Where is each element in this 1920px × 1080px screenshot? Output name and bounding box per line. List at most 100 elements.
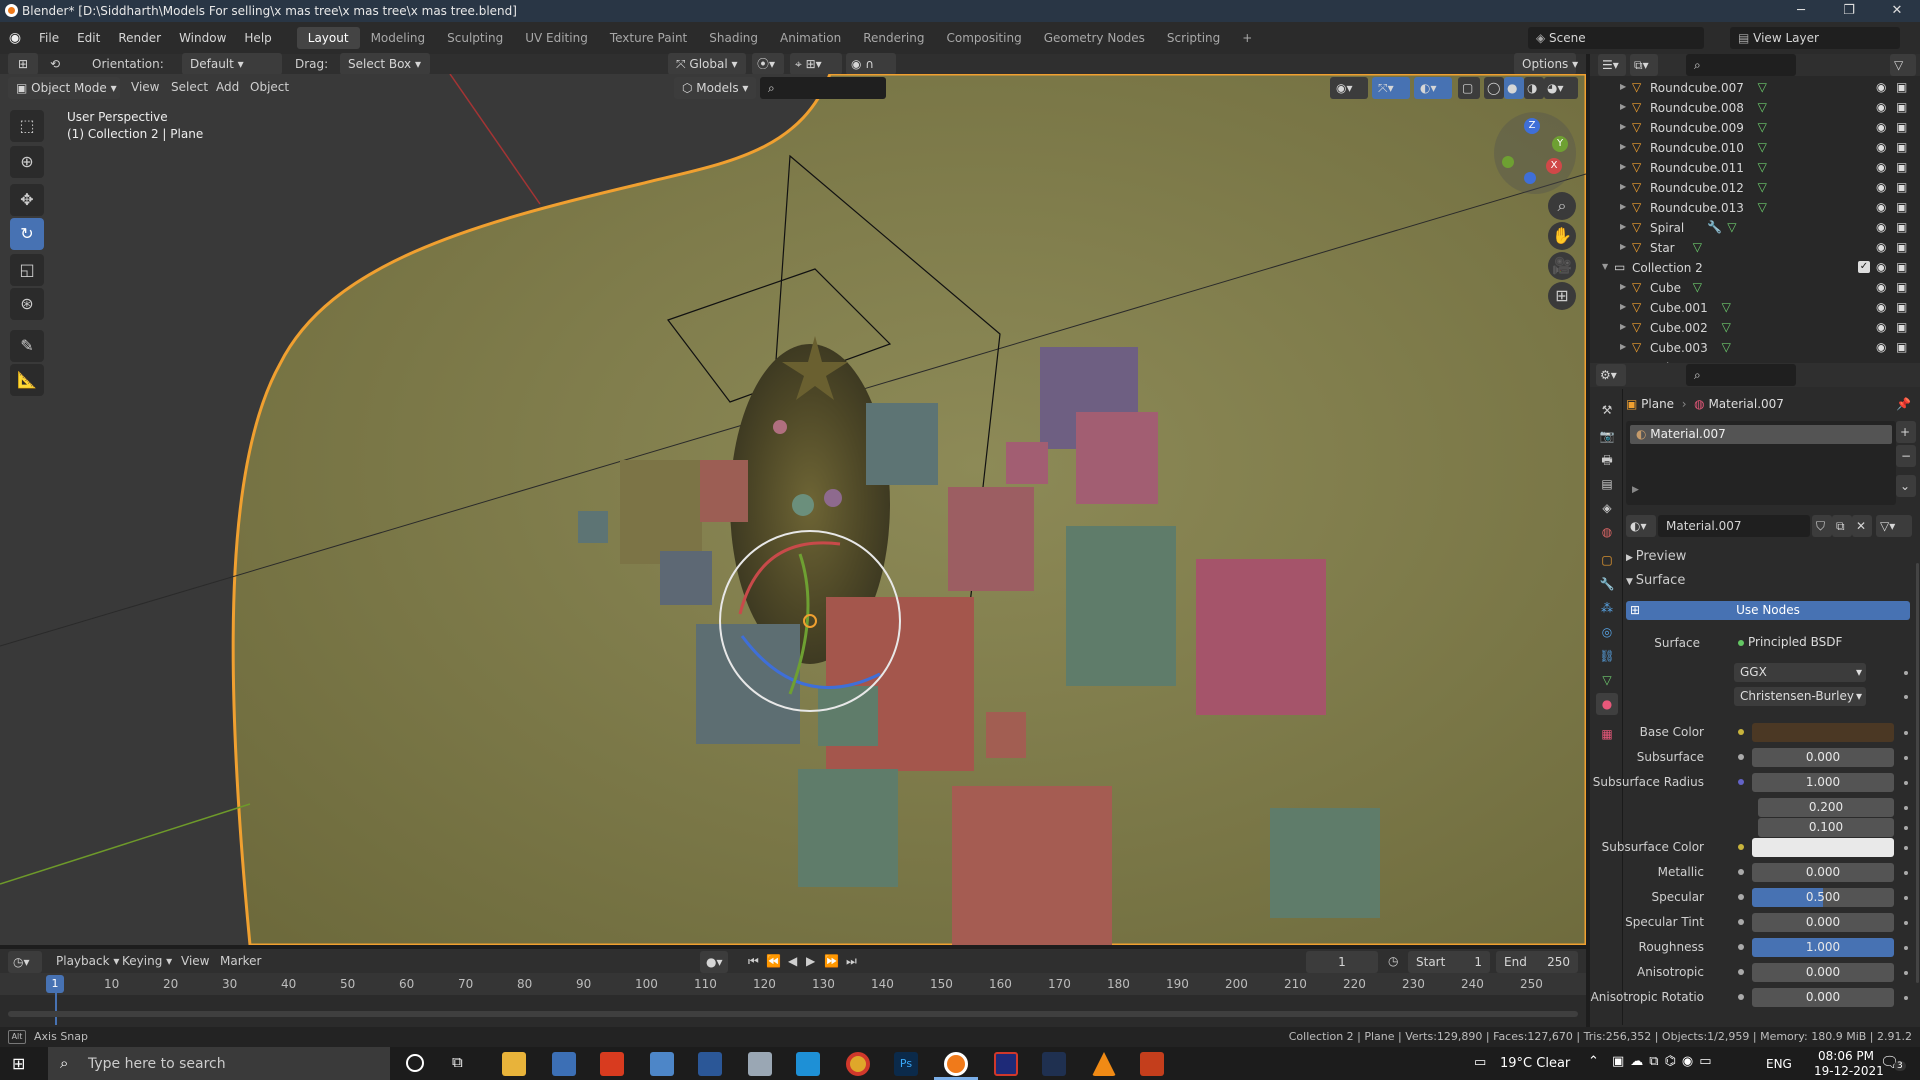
input-socket-icon[interactable] <box>1738 944 1744 950</box>
blender-taskbar-icon[interactable] <box>944 1052 968 1076</box>
expand-arrow-icon[interactable]: ▶ <box>1620 122 1626 131</box>
keyframe-dot[interactable] <box>1904 871 1908 875</box>
weather-icon[interactable]: ▭ <box>1474 1055 1486 1070</box>
move-tool-icon[interactable]: ✥ <box>10 184 44 216</box>
visibility-eye-icon[interactable]: ◉ <box>1876 80 1886 94</box>
maximize-button[interactable]: ❐ <box>1826 0 1872 22</box>
menu-add[interactable]: Add <box>216 76 239 98</box>
app-icon[interactable] <box>650 1052 674 1076</box>
render-camera-icon[interactable]: ▣ <box>1896 200 1907 214</box>
view-layer-selector[interactable]: ▤ View Layer <box>1730 27 1900 49</box>
powerpoint-icon[interactable] <box>1140 1052 1164 1076</box>
keyframe-dot[interactable] <box>1904 826 1908 830</box>
visibility-eye-icon[interactable]: ◉ <box>1876 240 1886 254</box>
collapse-arrow-icon[interactable]: ▼ <box>1602 262 1608 271</box>
number-field[interactable]: 0.000 <box>1752 988 1894 1007</box>
mesh-data-icon[interactable]: ▽ <box>1758 140 1767 154</box>
render-camera-icon[interactable]: ▣ <box>1896 120 1907 134</box>
weather-text[interactable]: 19°C Clear <box>1500 1056 1570 1071</box>
gift-box[interactable] <box>986 712 1026 758</box>
overlay-toggle[interactable]: ◐▾ <box>1414 77 1452 99</box>
number-field[interactable]: 1.000 <box>1752 938 1894 957</box>
link-dropdown[interactable]: ▽▾ <box>1876 515 1912 537</box>
expand-arrow-icon[interactable]: ▶ <box>1620 342 1626 351</box>
slot-specials-button[interactable]: ⌄ <box>1896 475 1916 497</box>
outliner-object-row[interactable]: ▶ ▽ Roundcube.012 ▽ ◉ ▣ <box>1590 178 1920 198</box>
gizmo-neg-z-icon[interactable] <box>1524 172 1536 184</box>
menu-render[interactable]: Render <box>109 31 170 45</box>
tab-compositing[interactable]: Compositing <box>935 27 1032 49</box>
transform-tool-icon[interactable]: ⊛ <box>10 288 44 320</box>
gizmo-toggle[interactable]: ⤧▾ <box>1372 77 1410 99</box>
clock-time[interactable]: 08:06 PM <box>1818 1049 1874 1063</box>
language-indicator[interactable]: ENG <box>1766 1057 1792 1071</box>
keyframe-dot[interactable] <box>1904 731 1908 735</box>
play-icon[interactable]: ▶ <box>806 950 815 972</box>
jump-keyframe-forward-icon[interactable]: ⏩ <box>824 950 839 972</box>
expand-arrow-icon[interactable]: ▶ <box>1620 142 1626 151</box>
keyframe-dot[interactable] <box>1904 671 1908 675</box>
filter-dropdown[interactable]: ▽ <box>1890 54 1916 76</box>
mesh-data-icon[interactable]: ▽ <box>1758 120 1767 134</box>
timeline-editor-type[interactable]: ◷▾ <box>8 951 42 973</box>
menu-edit[interactable]: Edit <box>68 31 109 45</box>
input-socket-icon[interactable] <box>1738 729 1744 735</box>
pivot-dropdown[interactable]: ⦿▾ <box>752 53 784 75</box>
outliner-object-row[interactable]: ▶ ▽ Roundcube.013 ▽ ◉ ▣ <box>1590 198 1920 218</box>
visibility-eye-icon[interactable]: ◉ <box>1876 260 1886 274</box>
viewport-search-field[interactable]: ⌕ <box>760 77 886 99</box>
windows-start-icon[interactable]: ⊞ <box>12 1055 30 1073</box>
play-reverse-icon[interactable]: ◀ <box>788 950 797 972</box>
mesh-data-icon[interactable]: ▽ <box>1693 240 1702 254</box>
keyframe-dot[interactable] <box>1904 971 1908 975</box>
vectorworks-icon[interactable] <box>1042 1052 1066 1076</box>
menu-object[interactable]: Object <box>250 76 289 98</box>
transform-orientation-dropdown[interactable]: ⤧ Global ▾ <box>668 53 746 75</box>
number-field[interactable]: 0.500 <box>1752 888 1894 907</box>
outliner-object-row[interactable]: ▶ ▽ Roundcube.008 ▽ ◉ ▣ <box>1590 98 1920 118</box>
number-field[interactable]: 0.100 <box>1758 818 1894 837</box>
tab-texture-paint[interactable]: Texture Paint <box>599 27 698 49</box>
render-camera-icon[interactable]: ▣ <box>1896 240 1907 254</box>
gift-box[interactable] <box>798 769 898 887</box>
gift-box[interactable] <box>1006 442 1048 484</box>
shading-solid[interactable]: ● <box>1504 77 1524 99</box>
object-tab-icon[interactable]: ▢ <box>1596 549 1618 571</box>
photoshop-icon[interactable]: Ps <box>894 1052 918 1076</box>
outliner-object-row[interactable]: ▶ ▽ Roundcube.009 ▽ ◉ ▣ <box>1590 118 1920 138</box>
gizmo-z-icon[interactable]: Z <box>1524 118 1540 134</box>
pan-hand-icon[interactable]: ✋ <box>1548 222 1576 250</box>
input-socket-icon[interactable] <box>1738 969 1744 975</box>
keyframe-dot[interactable] <box>1904 996 1908 1000</box>
drag-dropdown[interactable]: Select Box ▾ <box>340 53 430 75</box>
surface-panel-header[interactable]: ▼ Surface <box>1626 573 1916 593</box>
menu-select[interactable]: Select <box>171 76 208 98</box>
input-socket-icon[interactable] <box>1738 844 1744 850</box>
editor-type-button[interactable]: ⊞ <box>8 53 38 75</box>
outliner-search[interactable]: ⌕ <box>1686 54 1796 76</box>
tab-rendering[interactable]: Rendering <box>852 27 935 49</box>
output-tab-icon[interactable]: 🖶 <box>1596 449 1618 471</box>
view-layer-tab-icon[interactable]: ▤ <box>1596 473 1618 495</box>
snap-toggle[interactable]: ⌖ ⊞▾ <box>790 53 842 75</box>
outliner-editor-type[interactable]: ☰▾ <box>1598 54 1626 76</box>
input-socket-icon[interactable] <box>1738 994 1744 1000</box>
mail-icon[interactable] <box>796 1052 820 1076</box>
add-workspace-button[interactable]: + <box>1231 27 1263 49</box>
render-camera-icon[interactable]: ▣ <box>1896 300 1907 314</box>
playhead[interactable]: 1 <box>46 975 64 993</box>
expand-arrow-icon[interactable]: ▶ <box>1620 202 1626 211</box>
expand-arrow-icon[interactable]: ▶ <box>1620 102 1626 111</box>
minimize-button[interactable]: ─ <box>1778 0 1824 22</box>
mesh-data-icon[interactable]: ▽ <box>1727 220 1736 234</box>
keying-menu[interactable]: Keying ▾ <box>122 950 172 972</box>
render-camera-icon[interactable]: ▣ <box>1896 100 1907 114</box>
office-icon[interactable] <box>600 1052 624 1076</box>
outliner-object-row[interactable]: ▶ ▽ Cube.001 ▽ ◉ ▣ <box>1590 298 1920 318</box>
gift-box[interactable] <box>1066 526 1176 686</box>
mesh-data-icon[interactable]: ▽ <box>1758 180 1767 194</box>
number-field[interactable]: 0.200 <box>1758 798 1894 817</box>
preview-range-icon[interactable]: ◷ <box>1388 950 1398 972</box>
subsurface-method-dropdown[interactable]: Christensen-Burley ▾ <box>1734 687 1866 706</box>
outliner-object-row[interactable]: ▶ ▽ Roundcube.010 ▽ ◉ ▣ <box>1590 138 1920 158</box>
